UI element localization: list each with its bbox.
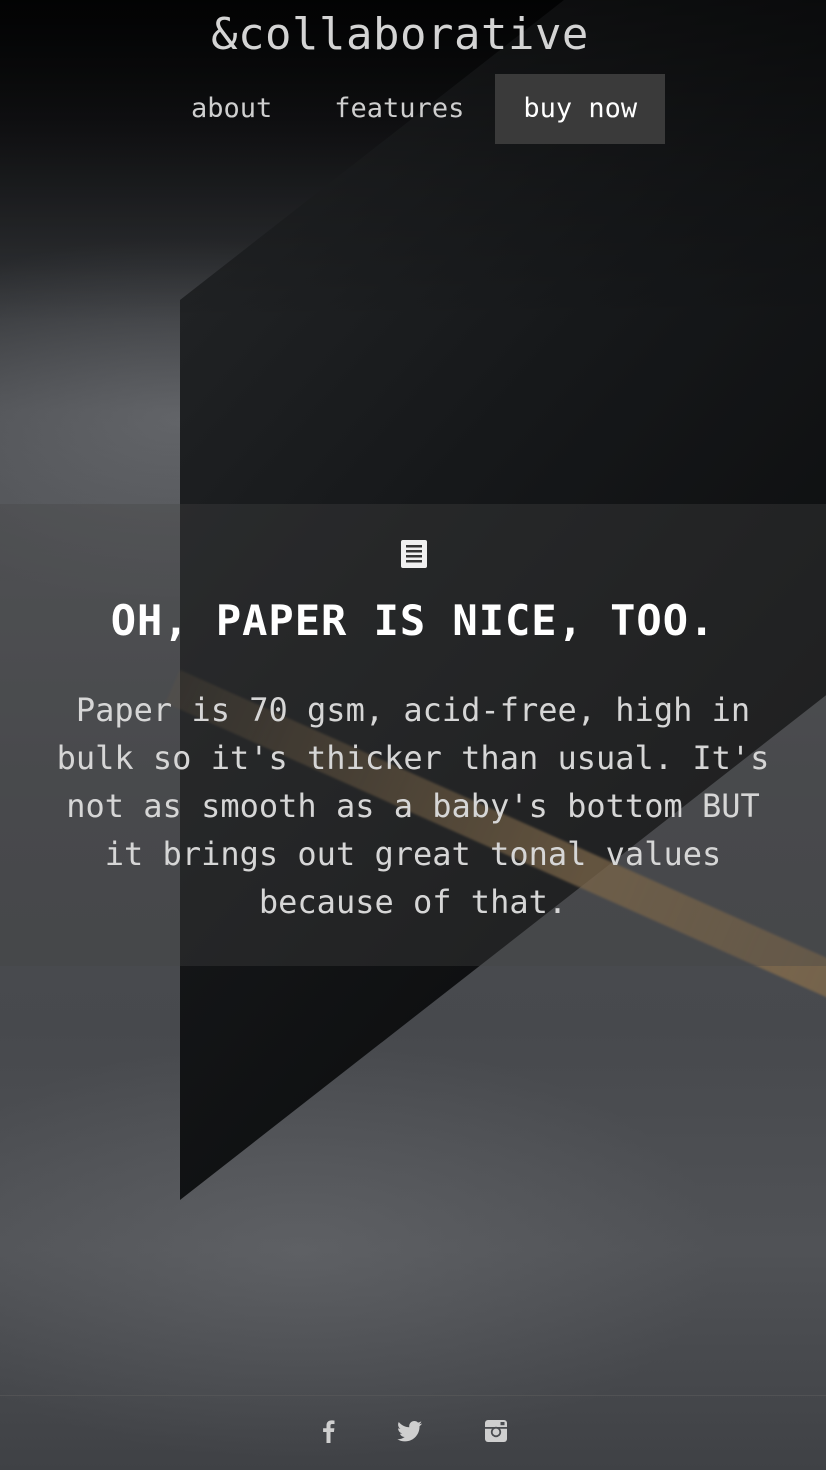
twitter-icon[interactable] bbox=[394, 1416, 424, 1446]
nav-features[interactable]: features bbox=[303, 74, 495, 144]
main-nav: about features buy now bbox=[160, 74, 666, 144]
nav-buy-now[interactable]: buy now bbox=[495, 74, 666, 144]
site-logo-link[interactable]: &collaborative bbox=[0, 10, 826, 60]
facebook-icon[interactable] bbox=[314, 1416, 344, 1446]
feature-title: OH, PAPER IS NICE, TOO. bbox=[110, 596, 716, 645]
site-header: &collaborative about features buy now bbox=[0, 0, 826, 144]
nav-about[interactable]: about bbox=[160, 74, 303, 144]
feature-section: OH, PAPER IS NICE, TOO. Paper is 70 gsm,… bbox=[0, 504, 826, 966]
document-icon bbox=[401, 540, 427, 568]
instagram-icon[interactable] bbox=[481, 1416, 511, 1446]
site-footer bbox=[0, 1395, 826, 1470]
feature-description: Paper is 70 gsm, acid-free, high in bulk… bbox=[56, 691, 770, 921]
